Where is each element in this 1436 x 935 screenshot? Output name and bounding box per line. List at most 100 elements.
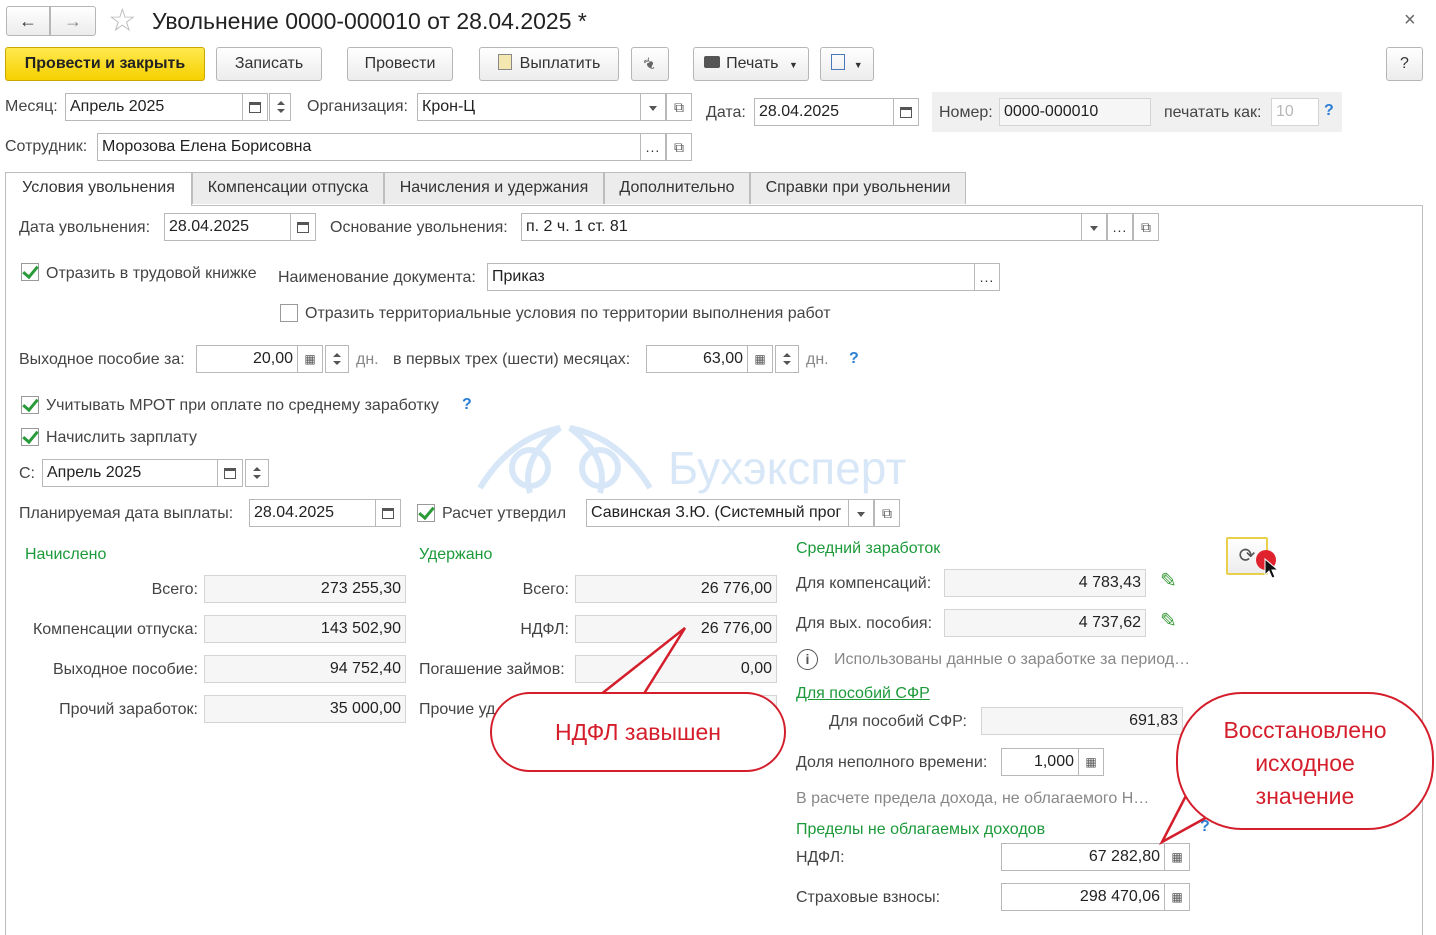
print-as-input[interactable]: 10 [1271,98,1319,126]
organization-label: Организация: [307,98,408,115]
favorite-star-icon[interactable]: ☆ [108,2,137,38]
first-months-spinner[interactable] [775,345,799,373]
workbook-checkbox[interactable] [21,263,39,281]
severance-days-input[interactable]: 20,00 [196,345,298,373]
doc-name-input[interactable]: Приказ [487,263,975,291]
tab-vacation-compensation[interactable]: Компенсации отпуска [192,172,384,204]
planned-pay-input[interactable]: 28.04.2025 [249,499,376,527]
accrued-vacation-label: Компенсации отпуска: [32,621,198,638]
severance-spinner[interactable] [325,345,349,373]
severance-label: Выходное пособие за: [19,351,185,368]
organization-input[interactable]: Крон-Ц [417,93,641,121]
watermark-logo [470,418,660,508]
edit-severance-pencil-icon[interactable]: ✎ [1160,608,1177,633]
dismissal-date-input[interactable]: 28.04.2025 [164,213,291,241]
doc-name-label: Наименование документа: [278,269,476,286]
limits-insurance-calc-button[interactable]: ▦ [1164,883,1190,911]
dismissal-date-label: Дата увольнения: [19,219,151,236]
close-icon[interactable]: × [1404,8,1416,32]
limits-ndfl-input[interactable]: 67 282,80 [1001,843,1165,871]
withheld-other-label: Прочие уд [419,701,496,718]
employee-select-button[interactable]: ... [640,133,666,161]
month-spinner[interactable] [269,93,291,121]
first-months-calc-button[interactable]: ▦ [747,345,773,373]
accrued-other-label: Прочий заработок: [59,701,198,718]
calendar-icon [224,468,236,479]
accrued-severance-label: Выходное пособие: [52,661,198,678]
pay-button[interactable]: Выплатить [479,47,619,81]
first-months-unit: дн. [806,351,829,368]
tab-additional[interactable]: Дополнительно [604,172,750,204]
planned-pay-calendar-button[interactable] [375,499,401,527]
mrot-help-icon[interactable]: ? [462,396,472,414]
first-months-input[interactable]: 63,00 [646,345,748,373]
severance-calc-button[interactable]: ▦ [297,345,323,373]
callout-restored-line3: значение [1255,783,1355,809]
dismissal-date-calendar-button[interactable] [290,213,316,241]
limits-ndfl-label: НДФЛ: [796,849,845,866]
accrue-salary-label: Начислить зарплату [46,429,197,446]
limits-insurance-input[interactable]: 298 470,06 [1001,883,1165,911]
sfr-link[interactable]: Для пособий СФР [796,684,930,704]
reason-input[interactable]: п. 2 ч. 1 ст. 81 [521,213,1082,241]
date-input[interactable]: 28.04.2025 [754,98,894,126]
tab-accruals-deductions[interactable]: Начисления и удержания [384,172,604,204]
post-button[interactable]: Провести [347,47,453,81]
print-button[interactable]: Печать ▼ [693,47,809,81]
window-title: Увольнение 0000-000010 от 28.04.2025 * [152,8,587,34]
accrued-severance-value: 94 752,40 [204,655,406,683]
info-icon: i [797,649,818,670]
withheld-title: Удержано [419,546,493,563]
approved-open-button[interactable]: ⧉ [874,499,900,527]
help-button[interactable]: ? [1386,47,1423,81]
forward-button[interactable]: → [50,6,96,36]
part-time-input[interactable]: 1,000 [1001,748,1079,776]
save-button[interactable]: Записать [216,47,322,81]
calendar-icon [900,107,912,118]
pay-label: Выплатить [519,55,601,72]
part-time-calc-button[interactable]: ▦ [1078,748,1104,776]
reason-dropdown[interactable] [1081,213,1107,241]
approved-checkbox[interactable] [417,504,435,522]
date-calendar-button[interactable] [893,98,919,126]
severance-help-icon[interactable]: ? [849,350,859,368]
approved-input[interactable]: Савинская З.Ю. (Системный прог [586,499,849,527]
accrued-title: Начислено [25,546,107,563]
doc-name-select-button[interactable]: ... [974,263,1000,291]
mrot-checkbox[interactable] [21,396,39,414]
limits-title: Пределы не облагаемых доходов [796,821,1046,838]
average-comp-label: Для компенсаций: [796,575,932,592]
employee-open-button[interactable]: ⧉ [666,133,692,161]
reason-select-button[interactable]: ... [1107,213,1133,241]
callout-restored-line1: Восстановлено [1223,717,1387,743]
organization-open-button[interactable]: ⧉ [666,93,692,121]
employee-input[interactable]: Морозова Елена Борисовна [97,133,641,161]
attach-button[interactable]: ❧ [631,47,669,81]
from-input[interactable]: Апрель 2025 [42,459,218,487]
territorial-label: Отразить территориальные условия по терр… [305,305,831,322]
callout-restored-line2: исходное [1255,750,1355,776]
accrued-total-value: 273 255,30 [204,575,406,603]
watermark-text: Бухэксперт [668,442,907,494]
tab-dismissal-certificates[interactable]: Справки при увольнении [750,172,966,204]
tab-dismissal-conditions[interactable]: Условия увольнения [5,172,192,206]
number-help-icon[interactable]: ? [1324,102,1334,120]
accrue-salary-checkbox[interactable] [21,428,39,446]
approved-dropdown[interactable] [848,499,874,527]
month-calendar-button[interactable] [242,93,268,121]
withheld-loans-label: Погашение займов: [419,661,565,678]
from-spinner[interactable] [245,459,269,487]
edit-comp-pencil-icon[interactable]: ✎ [1160,568,1177,593]
paperclip-icon: ❧ [637,51,663,77]
organization-dropdown[interactable] [640,93,666,121]
territorial-checkbox[interactable] [280,304,298,322]
from-calendar-button[interactable] [217,459,243,487]
callout-restored: Восстановлено исходное значение [1176,692,1434,830]
create-based-on-button[interactable]: ▼ [820,47,874,81]
back-button[interactable]: ← [6,6,50,36]
workbook-label: Отразить в трудовой книжке [46,265,257,282]
month-input[interactable]: Апрель 2025 [65,93,243,121]
post-and-close-button[interactable]: Провести и закрыть [5,47,205,81]
number-input[interactable]: 0000-000010 [999,98,1151,126]
reason-open-button[interactable]: ⧉ [1133,213,1159,241]
